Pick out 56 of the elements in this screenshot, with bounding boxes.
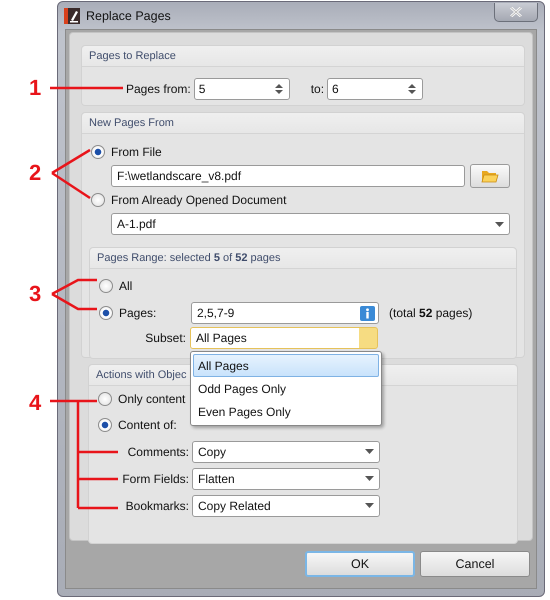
ok-button[interactable]: OK	[305, 551, 415, 577]
field-label: to:	[310, 82, 324, 96]
dropdown-option[interactable]: All Pages	[193, 354, 379, 377]
pages-field[interactable]: 2,5,7-9	[191, 302, 379, 324]
spin-field[interactable]: 5	[194, 78, 290, 100]
field-label: Pages from:	[126, 82, 191, 96]
radio-button[interactable]	[99, 306, 113, 320]
close-icon	[510, 7, 522, 17]
radio-label[interactable]: From File	[111, 145, 162, 159]
window-title: Replace Pages	[86, 8, 171, 22]
radio-label[interactable]: Content of:	[118, 418, 177, 432]
spin-arrows-icon[interactable]	[408, 83, 416, 95]
radio-button[interactable]	[98, 418, 112, 432]
total-pages-text: (total 52 pages)	[389, 306, 472, 320]
group-title: Pages to Replace	[89, 50, 176, 62]
action-dropdown[interactable]: Copy Related	[192, 494, 380, 516]
spin-arrows-icon[interactable]	[274, 83, 283, 95]
action-dropdown[interactable]: Flatten	[192, 468, 380, 490]
field-label: Subset:	[144, 331, 187, 345]
dropdown-option[interactable]: Even Pages Only	[193, 400, 379, 423]
radio-button[interactable]	[98, 392, 112, 406]
field-label: Bookmarks:	[124, 498, 190, 512]
app-icon	[64, 8, 80, 24]
subset-dropdown[interactable]: All Pages	[190, 327, 378, 349]
radio-label[interactable]: Pages:	[119, 306, 185, 320]
callout-number: 1	[29, 76, 42, 100]
caret-icon	[365, 449, 374, 454]
spin-field[interactable]: 6	[327, 78, 424, 100]
callout-number: 3	[29, 282, 42, 306]
callout-number: 4	[29, 391, 42, 415]
caret-icon	[365, 476, 374, 481]
dropdown-option[interactable]: Odd Pages Only	[193, 377, 379, 400]
group-title: New Pages From	[89, 117, 174, 129]
file-path-field[interactable]: F:\wetlandscare_v8.pdf	[111, 165, 465, 187]
group-title: Pages Range: selected 5 of 52 pages	[97, 252, 281, 264]
action-dropdown[interactable]: Copy	[192, 440, 380, 462]
callout-number: 2	[29, 161, 42, 185]
cancel-button[interactable]: Cancel	[420, 551, 530, 577]
callout-line	[51, 148, 91, 200]
callout-line	[51, 278, 97, 310]
field-label: Comments:	[126, 444, 190, 458]
folder-icon	[481, 169, 499, 183]
info-icon[interactable]	[360, 306, 375, 320]
radio-button[interactable]	[91, 193, 105, 207]
radio-label[interactable]: Only content	[118, 392, 186, 406]
document-dropdown[interactable]: A-1.pdf	[111, 213, 510, 235]
radio-label[interactable]: All	[119, 279, 132, 293]
radio-label[interactable]: From Already Opened Document	[111, 193, 286, 207]
group-title: Actions with Objec	[96, 369, 186, 381]
close-button[interactable]	[494, 3, 538, 22]
radio-button[interactable]	[91, 145, 105, 159]
caret-icon	[495, 222, 504, 226]
field-label: Form Fields:	[121, 472, 190, 486]
radio-button[interactable]	[99, 279, 113, 293]
browse-button[interactable]	[470, 164, 510, 188]
caret-icon	[365, 503, 374, 508]
